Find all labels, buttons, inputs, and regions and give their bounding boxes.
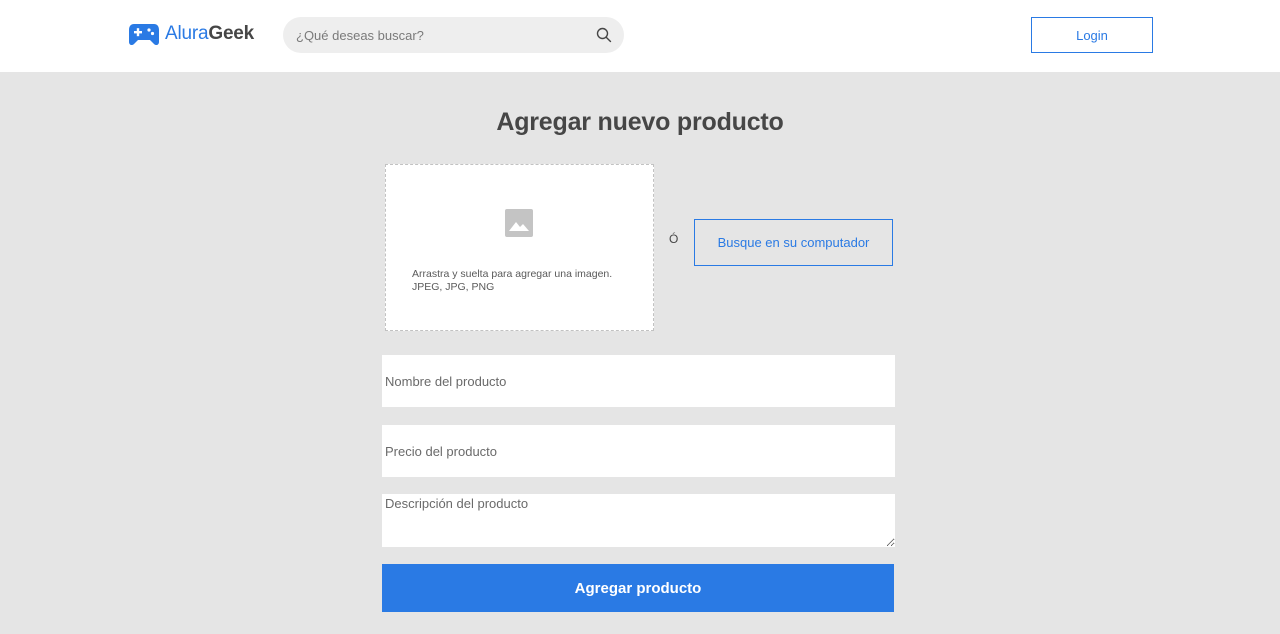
browse-computer-button[interactable]: Busque en su computador [694, 219, 893, 266]
add-product-button[interactable]: Agregar producto [382, 564, 894, 612]
search-input[interactable] [283, 17, 583, 53]
site-header: AluraGeek Login [0, 0, 1280, 72]
dropzone-line-1: Arrastra y suelta para agregar una image… [412, 268, 613, 280]
product-price-input[interactable] [382, 425, 895, 477]
logo-text-alura: Alura [165, 23, 209, 44]
dropzone-instructions: Arrastra y suelta para agregar una image… [412, 268, 642, 294]
or-label: Ó [669, 232, 679, 246]
gamepad-icon [129, 24, 159, 46]
image-icon [505, 209, 533, 237]
page-title: Agregar nuevo producto [496, 108, 784, 136]
dropzone-line-2: JPEG, JPG, PNG [412, 281, 495, 293]
product-description-textarea[interactable] [382, 494, 895, 547]
search-bar [283, 17, 624, 53]
product-name-input[interactable] [382, 355, 895, 407]
image-dropzone[interactable]: Arrastra y suelta para agregar una image… [385, 164, 654, 331]
logo-text-geek: Geek [208, 23, 255, 44]
logo[interactable]: AluraGeek [128, 20, 254, 48]
logo-text: AluraGeek [165, 20, 254, 48]
search-icon[interactable] [595, 26, 613, 44]
login-button[interactable]: Login [1031, 17, 1153, 53]
